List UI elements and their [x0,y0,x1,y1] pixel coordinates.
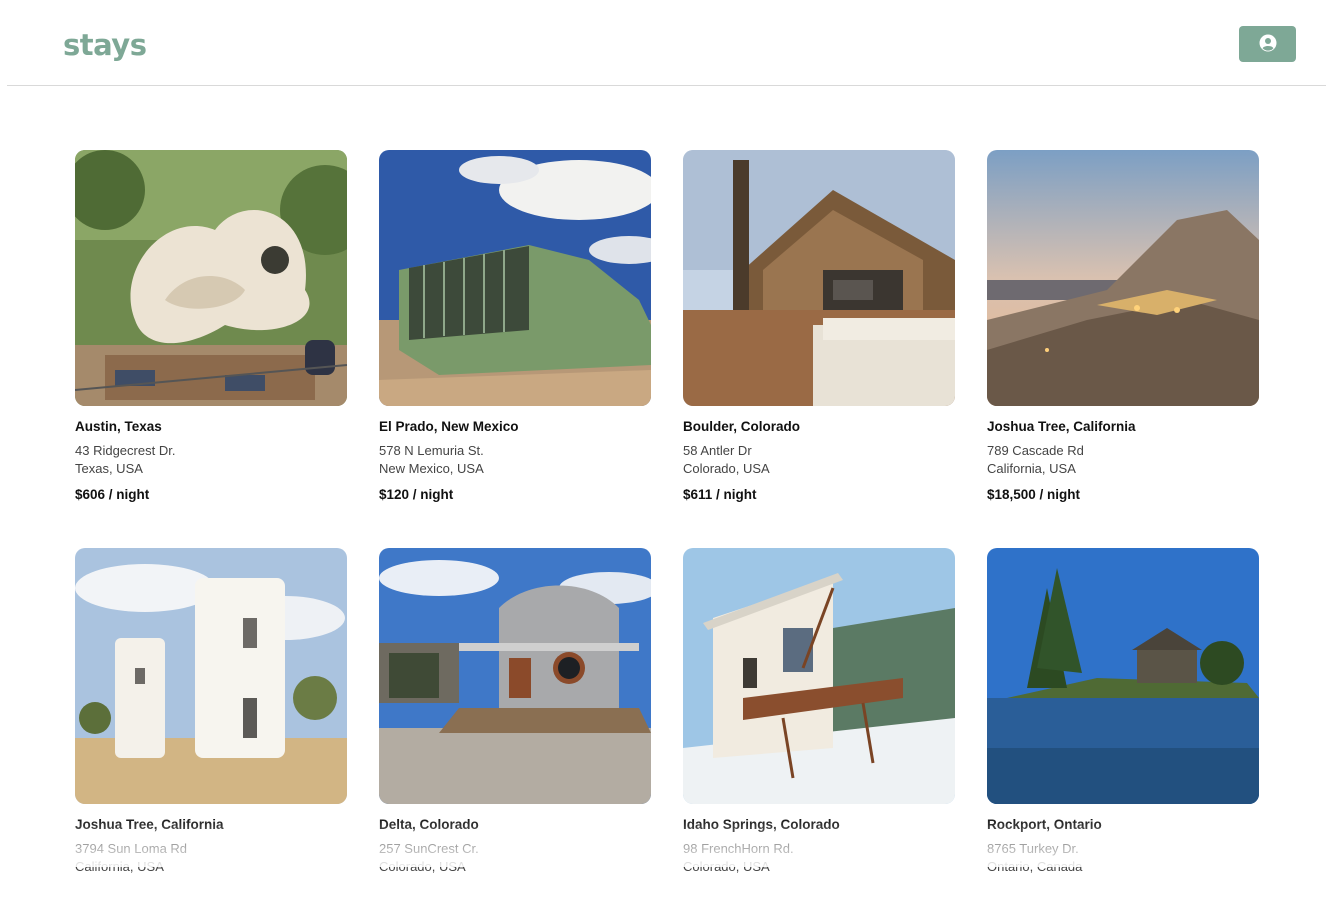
listing-card[interactable]: Boulder, Colorado 58 Antler Dr Colorado,… [683,150,955,506]
listing-street: 257 SunCrest Cr. [379,841,479,856]
listing-address: 3794 Sun Loma Rd California, USA [75,840,347,876]
listing-city: Joshua Tree, California [75,817,224,832]
listing-photo[interactable] [987,150,1259,406]
listing-region: Texas, USA [75,461,143,476]
listing-card[interactable]: Austin, Texas 43 Ridgecrest Dr. Texas, U… [75,150,347,506]
top-navbar: stays [7,0,1326,86]
listing-region: Colorado, USA [683,859,770,874]
listing-photo[interactable] [683,548,955,804]
listing-address: 578 N Lemuria St. New Mexico, USA [379,442,651,478]
listing-street: 58 Antler Dr [683,443,752,458]
listing-region: Ontario, Canada [987,859,1083,874]
listing-card[interactable]: Rockport, Ontario 8765 Turkey Dr. Ontari… [987,548,1259,904]
listing-region: California, USA [75,859,164,874]
listing-card[interactable]: El Prado, New Mexico 578 N Lemuria St. N… [379,150,651,506]
listing-city: Boulder, Colorado [683,419,801,434]
listing-photo[interactable] [75,548,347,804]
listing-city: El Prado, New Mexico [379,419,519,434]
listing-photo[interactable] [683,150,955,406]
user-circle-icon [1259,34,1277,55]
listing-street: 98 FrenchHorn Rd. [683,841,794,856]
listing-street: 43 Ridgecrest Dr. [75,443,176,458]
listing-address: 8765 Turkey Dr. Ontario, Canada [987,840,1259,876]
listing-region: California, USA [987,461,1076,476]
listing-card[interactable]: Joshua Tree, California 3794 Sun Loma Rd… [75,548,347,904]
listing-address: 257 SunCrest Cr. Colorado, USA [379,840,651,876]
listing-street: 789 Cascade Rd [987,443,1084,458]
listing-price: $18,500 / night [987,487,1081,502]
listing-address: 58 Antler Dr Colorado, USA [683,442,955,478]
listing-photo[interactable] [379,150,651,406]
listing-card[interactable]: Joshua Tree, California 789 Cascade Rd C… [987,150,1259,506]
account-button[interactable] [1239,26,1296,62]
listing-street: 578 N Lemuria St. [379,443,484,458]
listing-photo[interactable] [75,150,347,406]
listing-address: 789 Cascade Rd California, USA [987,442,1259,478]
listing-city: Delta, Colorado [379,817,479,832]
listing-city: Joshua Tree, California [987,419,1136,434]
listing-city: Idaho Springs, Colorado [683,817,840,832]
stays-logo[interactable]: stays [63,28,147,62]
listing-region: Colorado, USA [379,859,466,874]
listing-city: Austin, Texas [75,419,162,434]
listing-address: 98 FrenchHorn Rd. Colorado, USA [683,840,955,876]
listing-street: 8765 Turkey Dr. [987,841,1079,856]
listing-region: New Mexico, USA [379,461,484,476]
listing-street: 3794 Sun Loma Rd [75,841,188,856]
listing-card[interactable]: Delta, Colorado 257 SunCrest Cr. Colorad… [379,548,651,904]
listing-price: $120 / night [379,487,454,502]
listing-city: Rockport, Ontario [987,817,1102,832]
listing-region: Colorado, USA [683,461,770,476]
listings-grid: Austin, Texas 43 Ridgecrest Dr. Texas, U… [75,150,1259,904]
listing-photo[interactable] [987,548,1259,804]
listing-price: $611 / night [683,487,757,502]
listing-card[interactable]: Idaho Springs, Colorado 98 FrenchHorn Rd… [683,548,955,904]
listing-address: 43 Ridgecrest Dr. Texas, USA [75,442,347,478]
listing-photo[interactable] [379,548,651,804]
listing-price: $606 / night [75,487,150,502]
